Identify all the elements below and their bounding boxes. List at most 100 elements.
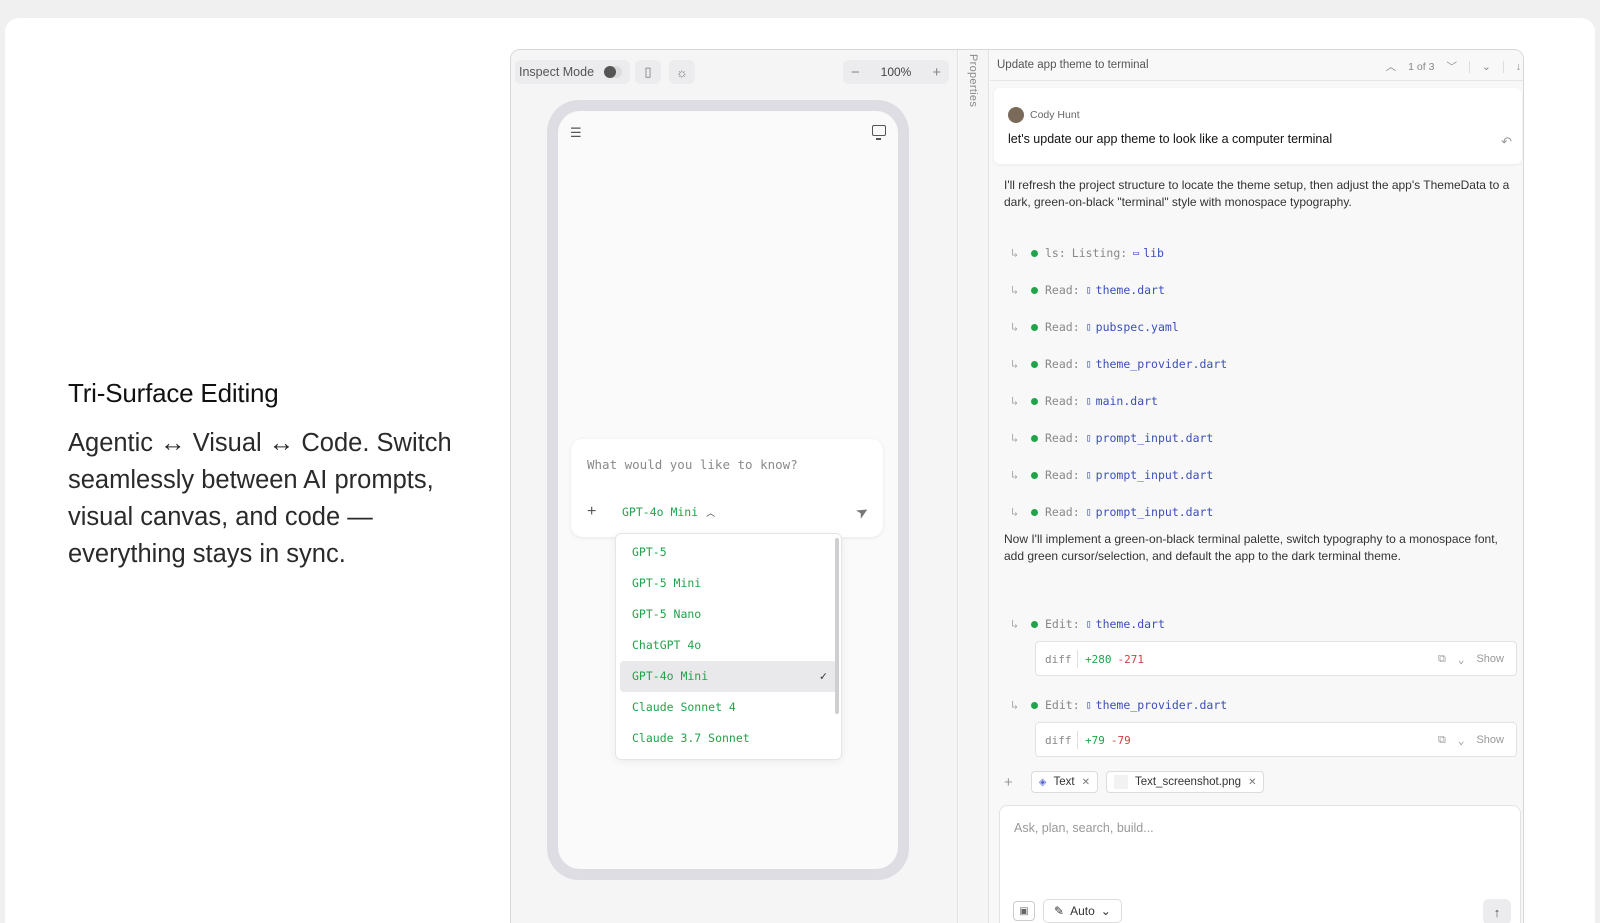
model-option-label: GPT-4o Mini	[632, 669, 709, 683]
status-dot	[1031, 397, 1038, 405]
file-icon: ▯	[1085, 321, 1092, 333]
theme-sun-icon[interactable]: ☼	[669, 60, 695, 84]
file-icon: ▯	[1085, 358, 1092, 370]
menu-icon[interactable]: ☰	[570, 125, 582, 141]
undo-icon[interactable]: ↶	[1501, 134, 1512, 150]
image-icon[interactable]: ▣	[1013, 901, 1035, 921]
attachment-chips: + ◈ Text ✕ Text_screenshot.png ✕	[1004, 771, 1265, 793]
device-phone-icon[interactable]: ▯	[635, 60, 661, 84]
file-link[interactable]: main.dart	[1096, 394, 1158, 408]
inspect-mode-label: Inspect Mode	[519, 65, 595, 79]
diff-label: diff	[1045, 734, 1072, 747]
model-option[interactable]: GPT-5	[620, 537, 837, 568]
model-selector[interactable]: GPT-4o Mini ︿	[622, 505, 715, 519]
step-label: Read:	[1045, 320, 1080, 334]
copy-icon[interactable]: ⧉	[1438, 652, 1446, 666]
file-link[interactable]: prompt_input.dart	[1096, 468, 1214, 482]
composer-input[interactable]: Ask, plan, search, build...	[1014, 821, 1154, 835]
attachment-chip[interactable]: Text_screenshot.png ✕	[1105, 771, 1265, 793]
attachment-chip[interactable]: ◈ Text ✕	[1030, 771, 1098, 793]
file-icon: ▯	[1085, 395, 1092, 407]
branch-arrow-icon: ↳	[1011, 431, 1019, 445]
status-dot	[1031, 508, 1038, 516]
chat-composer: Ask, plan, search, build... ▣ ✎ Auto ⌄ ↑	[999, 805, 1521, 923]
model-option[interactable]: ChatGPT 4o	[620, 630, 837, 661]
file-link[interactable]: theme.dart	[1096, 617, 1165, 631]
model-option[interactable]: GPT-5 Nano	[620, 599, 837, 630]
zoom-out-button[interactable]: −	[851, 64, 860, 81]
send-icon[interactable]: ➤	[853, 501, 872, 523]
monitor-icon[interactable]	[872, 125, 886, 140]
hero-title: Tri-Surface Editing	[68, 378, 279, 408]
double-chevron-down-icon[interactable]: ⌄	[1482, 61, 1491, 73]
show-diff-button[interactable]: Show	[1476, 734, 1504, 746]
file-icon: ▯	[1085, 432, 1092, 444]
zoom-control: − 100% +	[843, 60, 949, 84]
mode-label: Auto	[1070, 904, 1095, 918]
diff-box: diff +79 -79 ⧉ ⌄ Show	[1035, 722, 1517, 757]
model-option[interactable]: Claude 3.7 Sonnet	[620, 723, 837, 754]
file-link[interactable]: pubspec.yaml	[1096, 320, 1179, 334]
file-link[interactable]: lib	[1143, 246, 1164, 260]
chat-pane: Update app theme to terminal ︿ 1 of 3 ﹀ …	[990, 50, 1523, 923]
branch-arrow-icon: ↳	[1011, 468, 1019, 482]
element-icon: ◈	[1038, 776, 1047, 788]
dropdown-scrollbar[interactable]	[835, 538, 839, 714]
mode-selector[interactable]: ✎ Auto ⌄	[1043, 899, 1122, 923]
model-option-label: Claude 3.7 Sonnet	[632, 731, 750, 745]
page-card: Tri-Surface Editing Agentic ↔ Visual ↔ C…	[5, 18, 1595, 923]
file-icon: ▯	[1085, 506, 1092, 518]
show-diff-button[interactable]: Show	[1476, 653, 1504, 665]
lines-added: +79	[1085, 734, 1105, 747]
toggle-switch[interactable]	[604, 66, 623, 78]
diff-label: diff	[1045, 653, 1072, 666]
inspect-mode-toggle[interactable]: Inspect Mode	[515, 60, 631, 84]
phone-frame: ☰ What would you like to know? + GPT-4o …	[547, 100, 909, 880]
chevron-down-icon[interactable]: ⌄	[1458, 734, 1465, 747]
chevron-down-icon[interactable]: ⌄	[1458, 653, 1465, 666]
canvas-pane: Inspect Mode ▯ ☼ − 100% + ☰ What would y…	[511, 50, 958, 923]
tool-step: ↳ Read: ▯ prompt_input.dart	[1011, 505, 1213, 519]
hero-section: Tri-Surface Editing Agentic ↔ Visual ↔ C…	[68, 378, 468, 573]
chevron-up-icon[interactable]: ︿	[1386, 59, 1397, 74]
branch-arrow-icon: ↳	[1011, 357, 1019, 371]
file-icon: ▯	[1085, 699, 1092, 711]
close-icon[interactable]: ✕	[1248, 777, 1256, 788]
arrow-down-icon[interactable]: ↓	[1516, 61, 1521, 73]
phone-screen: ☰ What would you like to know? + GPT-4o …	[558, 111, 898, 869]
lines-removed: -79	[1110, 734, 1131, 747]
assistant-followup: Now I'll implement a green-on-black term…	[1004, 532, 1498, 563]
prompt-input[interactable]: What would you like to know?	[587, 457, 798, 472]
model-option[interactable]: Claude Sonnet 4	[620, 692, 837, 723]
file-link[interactable]: prompt_input.dart	[1096, 431, 1214, 445]
step-prefix: Listing:	[1071, 246, 1128, 260]
add-attachment-icon[interactable]: +	[1004, 774, 1013, 791]
zoom-in-button[interactable]: +	[932, 64, 941, 81]
tool-step: ↳ Read: ▯ main.dart	[1011, 394, 1158, 408]
chevron-down-icon: ⌄	[1100, 904, 1111, 918]
chevron-down-icon[interactable]: ﹀	[1446, 59, 1457, 74]
model-option[interactable]: GPT-4o Mini ✓	[620, 661, 837, 692]
copy-icon[interactable]: ⧉	[1438, 733, 1446, 747]
file-link[interactable]: theme_provider.dart	[1096, 357, 1228, 371]
check-icon: ✓	[819, 669, 827, 683]
properties-panel-tab[interactable]: Properties	[959, 50, 989, 923]
close-icon[interactable]: ✕	[1082, 777, 1090, 788]
model-selector-label: GPT-4o Mini	[622, 505, 699, 519]
model-option[interactable]: GPT-5 Mini	[620, 568, 837, 599]
model-option-label: Claude Sonnet 4	[632, 700, 736, 714]
file-link[interactable]: theme.dart	[1096, 283, 1165, 297]
assistant-intro: I'll refresh the project structure to lo…	[1004, 178, 1510, 209]
chat-title: Update app theme to terminal	[997, 59, 1149, 71]
file-link[interactable]: theme_provider.dart	[1096, 698, 1228, 712]
file-link[interactable]: prompt_input.dart	[1096, 505, 1214, 519]
step-label: Read:	[1045, 468, 1080, 482]
add-icon[interactable]: +	[587, 503, 596, 521]
tool-step: ↳ Read: ▯ theme.dart	[1011, 283, 1165, 297]
tool-step: ↳ Read: ▯ theme_provider.dart	[1011, 357, 1227, 371]
file-icon: ▯	[1085, 284, 1092, 296]
app-window: Inspect Mode ▯ ☼ − 100% + ☰ What would y…	[510, 49, 1524, 923]
send-button[interactable]: ↑	[1483, 899, 1511, 923]
status-dot	[1031, 249, 1038, 257]
message-text: let's update our app theme to look like …	[1008, 132, 1333, 146]
